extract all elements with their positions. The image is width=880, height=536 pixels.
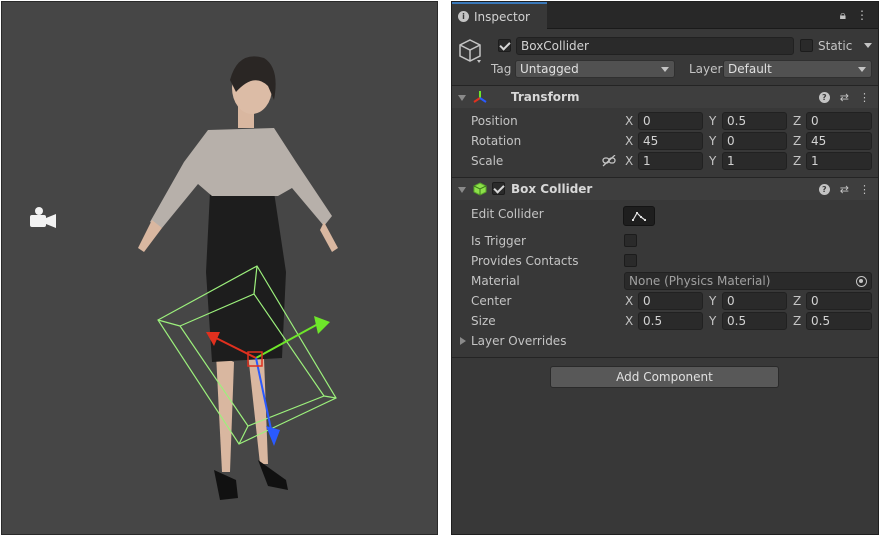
- edit-collider-button[interactable]: [623, 206, 655, 226]
- position-y-axis-label: Y: [709, 114, 717, 128]
- provides-contacts-checkbox[interactable]: [624, 254, 637, 267]
- camera-icon[interactable]: [30, 207, 56, 228]
- layer-overrides-foldout-icon[interactable]: [460, 337, 466, 345]
- scale-y-input[interactable]: 1: [722, 152, 787, 170]
- chevron-down-icon: [858, 67, 866, 72]
- center-z-axis-label: Z: [793, 294, 802, 308]
- chevron-down-icon: [661, 67, 669, 72]
- foldout-arrow-icon[interactable]: [458, 95, 466, 101]
- lock-icon[interactable]: 🔒︎: [840, 8, 846, 23]
- character-model[interactable]: [138, 56, 338, 500]
- position-z-axis-label: Z: [793, 114, 802, 128]
- position-y-input[interactable]: 0.5: [722, 112, 787, 130]
- scene-view[interactable]: [1, 1, 438, 535]
- scale-label: Scale: [471, 154, 504, 168]
- object-picker-icon[interactable]: [856, 276, 867, 287]
- position-z-input[interactable]: 0: [806, 112, 872, 130]
- inspector-panel: i Inspector 🔒︎ ⋮ BoxCollider Static Tag …: [451, 1, 879, 535]
- tab-label: Inspector: [474, 9, 530, 24]
- center-y-axis-label: Y: [709, 294, 717, 308]
- center-z-input[interactable]: 0: [806, 292, 872, 310]
- size-label: Size: [471, 314, 496, 328]
- layer-dropdown[interactable]: Default: [723, 60, 872, 78]
- preset-sliders-icon[interactable]: ⇄: [840, 183, 849, 196]
- edit-collider-icon: [632, 212, 646, 221]
- position-x-axis-label: X: [625, 114, 634, 128]
- scale-x-input[interactable]: 1: [638, 152, 703, 170]
- scene-canvas[interactable]: [2, 2, 438, 535]
- foldout-arrow-icon[interactable]: [458, 187, 466, 193]
- box-collider-title: Box Collider: [511, 182, 593, 196]
- active-checkbox[interactable]: [498, 39, 511, 52]
- info-icon: i: [458, 11, 469, 22]
- box-collider-header[interactable]: Box Collider ? ⇄ ⋮: [452, 178, 878, 200]
- center-x-axis-label: X: [625, 294, 634, 308]
- tab-bar: i Inspector 🔒︎ ⋮: [452, 2, 878, 29]
- layer-value: Default: [728, 62, 772, 76]
- tag-label: Tag: [491, 62, 512, 76]
- tag-value: Untagged: [520, 62, 579, 76]
- help-icon[interactable]: ?: [818, 184, 830, 195]
- transform-header[interactable]: Transform ? ⇄ ⋮: [452, 86, 878, 108]
- rotation-x-input[interactable]: 45: [638, 132, 703, 150]
- rotation-label: Rotation: [471, 134, 522, 148]
- gameobject-cube-icon[interactable]: [459, 39, 481, 66]
- object-name-input[interactable]: BoxCollider: [516, 37, 794, 55]
- static-label: Static: [818, 39, 853, 53]
- size-y-axis-label: Y: [709, 314, 717, 328]
- rotation-z-input[interactable]: 45: [806, 132, 872, 150]
- tab-inspector[interactable]: i Inspector: [452, 2, 547, 29]
- size-x-input[interactable]: 0.5: [638, 312, 703, 330]
- preset-sliders-icon[interactable]: ⇄: [840, 91, 849, 104]
- material-value: None (Physics Material): [629, 274, 771, 288]
- kebab-menu-icon[interactable]: ⋮: [856, 8, 868, 23]
- help-icon[interactable]: ?: [818, 92, 830, 103]
- add-component-button[interactable]: Add Component: [550, 366, 779, 388]
- transform-axes-icon: [473, 90, 487, 107]
- is-trigger-checkbox[interactable]: [624, 234, 637, 247]
- box-collider-enabled-checkbox[interactable]: [492, 182, 505, 195]
- layer-overrides-label[interactable]: Layer Overrides: [471, 333, 566, 349]
- position-x-input[interactable]: 0: [638, 112, 703, 130]
- scale-x-axis-label: X: [625, 154, 634, 168]
- tag-dropdown[interactable]: Untagged: [515, 60, 675, 78]
- material-object-field[interactable]: None (Physics Material): [624, 272, 872, 290]
- box-collider-icon: [473, 182, 487, 199]
- is-trigger-label: Is Trigger: [471, 234, 526, 248]
- kebab-menu-icon[interactable]: ⋮: [859, 91, 870, 104]
- kebab-menu-icon[interactable]: ⋮: [859, 183, 870, 196]
- provides-contacts-label: Provides Contacts: [471, 254, 579, 268]
- size-z-input[interactable]: 0.5: [806, 312, 872, 330]
- center-label: Center: [471, 294, 512, 308]
- rotation-z-axis-label: Z: [793, 134, 802, 148]
- size-y-input[interactable]: 0.5: [722, 312, 787, 330]
- static-dropdown-icon[interactable]: [864, 43, 872, 48]
- constrain-proportions-icon[interactable]: [602, 154, 616, 170]
- center-y-input[interactable]: 0: [722, 292, 787, 310]
- transform-title: Transform: [511, 90, 580, 104]
- size-z-axis-label: Z: [793, 314, 802, 328]
- material-label: Material: [471, 274, 520, 288]
- divider: [452, 357, 878, 358]
- rotation-x-axis-label: X: [625, 134, 634, 148]
- scale-y-axis-label: Y: [709, 154, 717, 168]
- scale-z-input[interactable]: 1: [806, 152, 872, 170]
- center-x-input[interactable]: 0: [638, 292, 703, 310]
- position-label: Position: [471, 114, 518, 128]
- size-x-axis-label: X: [625, 314, 634, 328]
- scale-z-axis-label: Z: [793, 154, 802, 168]
- rotation-y-axis-label: Y: [709, 134, 717, 148]
- layer-label: Layer: [689, 62, 723, 76]
- rotation-y-input[interactable]: 0: [722, 132, 787, 150]
- edit-collider-label: Edit Collider: [471, 207, 544, 221]
- static-checkbox[interactable]: [800, 39, 813, 52]
